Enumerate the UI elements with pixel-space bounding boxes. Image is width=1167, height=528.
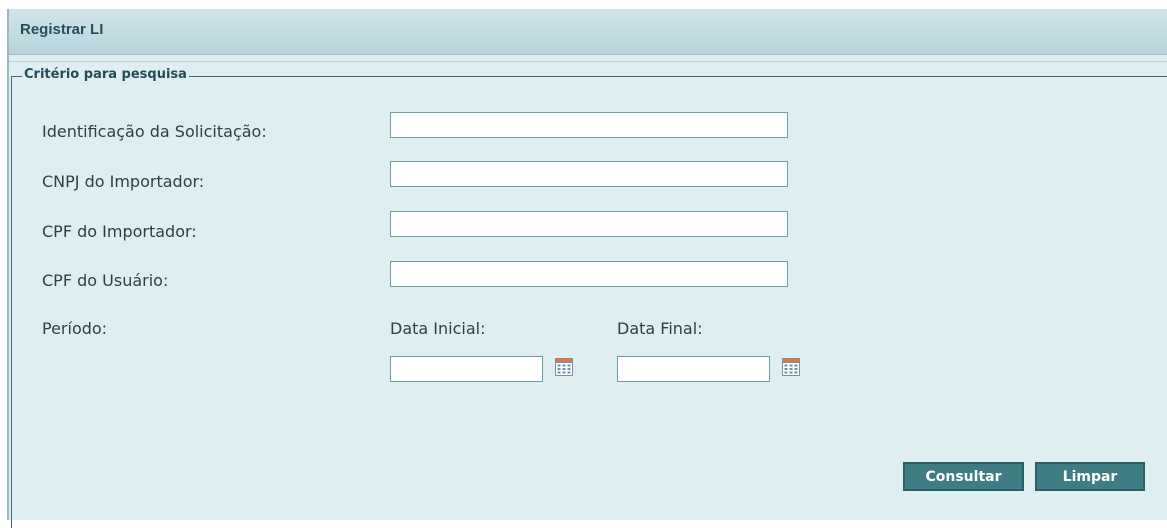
panel-title: Registrar LI [20,21,104,38]
cpf-usuario-label: CPF do Usuário: [42,271,169,290]
fieldset-legend: Critério para pesquisa [22,67,189,82]
identificacao-label: Identificação da Solicitação: [42,122,267,141]
panel-header: Registrar LI [9,9,1167,55]
registrar-li-panel: Registrar LI Critério para pesquisa Iden… [7,9,1167,528]
cpf-importador-label: CPF do Importador: [42,222,197,241]
data-final-input[interactable] [617,356,770,382]
cpf-importador-input[interactable] [390,211,788,237]
data-inicial-label: Data Inicial: [390,319,486,338]
cnpj-importador-label: CNPJ do Importador: [42,172,205,191]
periodo-label: Período: [42,319,108,338]
cnpj-importador-input[interactable] [390,161,788,187]
calendar-icon[interactable] [782,358,800,376]
identificacao-input[interactable] [390,112,788,138]
search-criteria-fieldset [11,76,1167,528]
data-final-label: Data Final: [617,319,703,338]
consultar-button[interactable]: Consultar [903,462,1024,491]
calendar-icon[interactable] [555,358,573,376]
cpf-usuario-input[interactable] [390,261,788,287]
header-divider [9,61,1167,62]
limpar-button[interactable]: Limpar [1035,462,1145,491]
data-inicial-input[interactable] [390,356,543,382]
